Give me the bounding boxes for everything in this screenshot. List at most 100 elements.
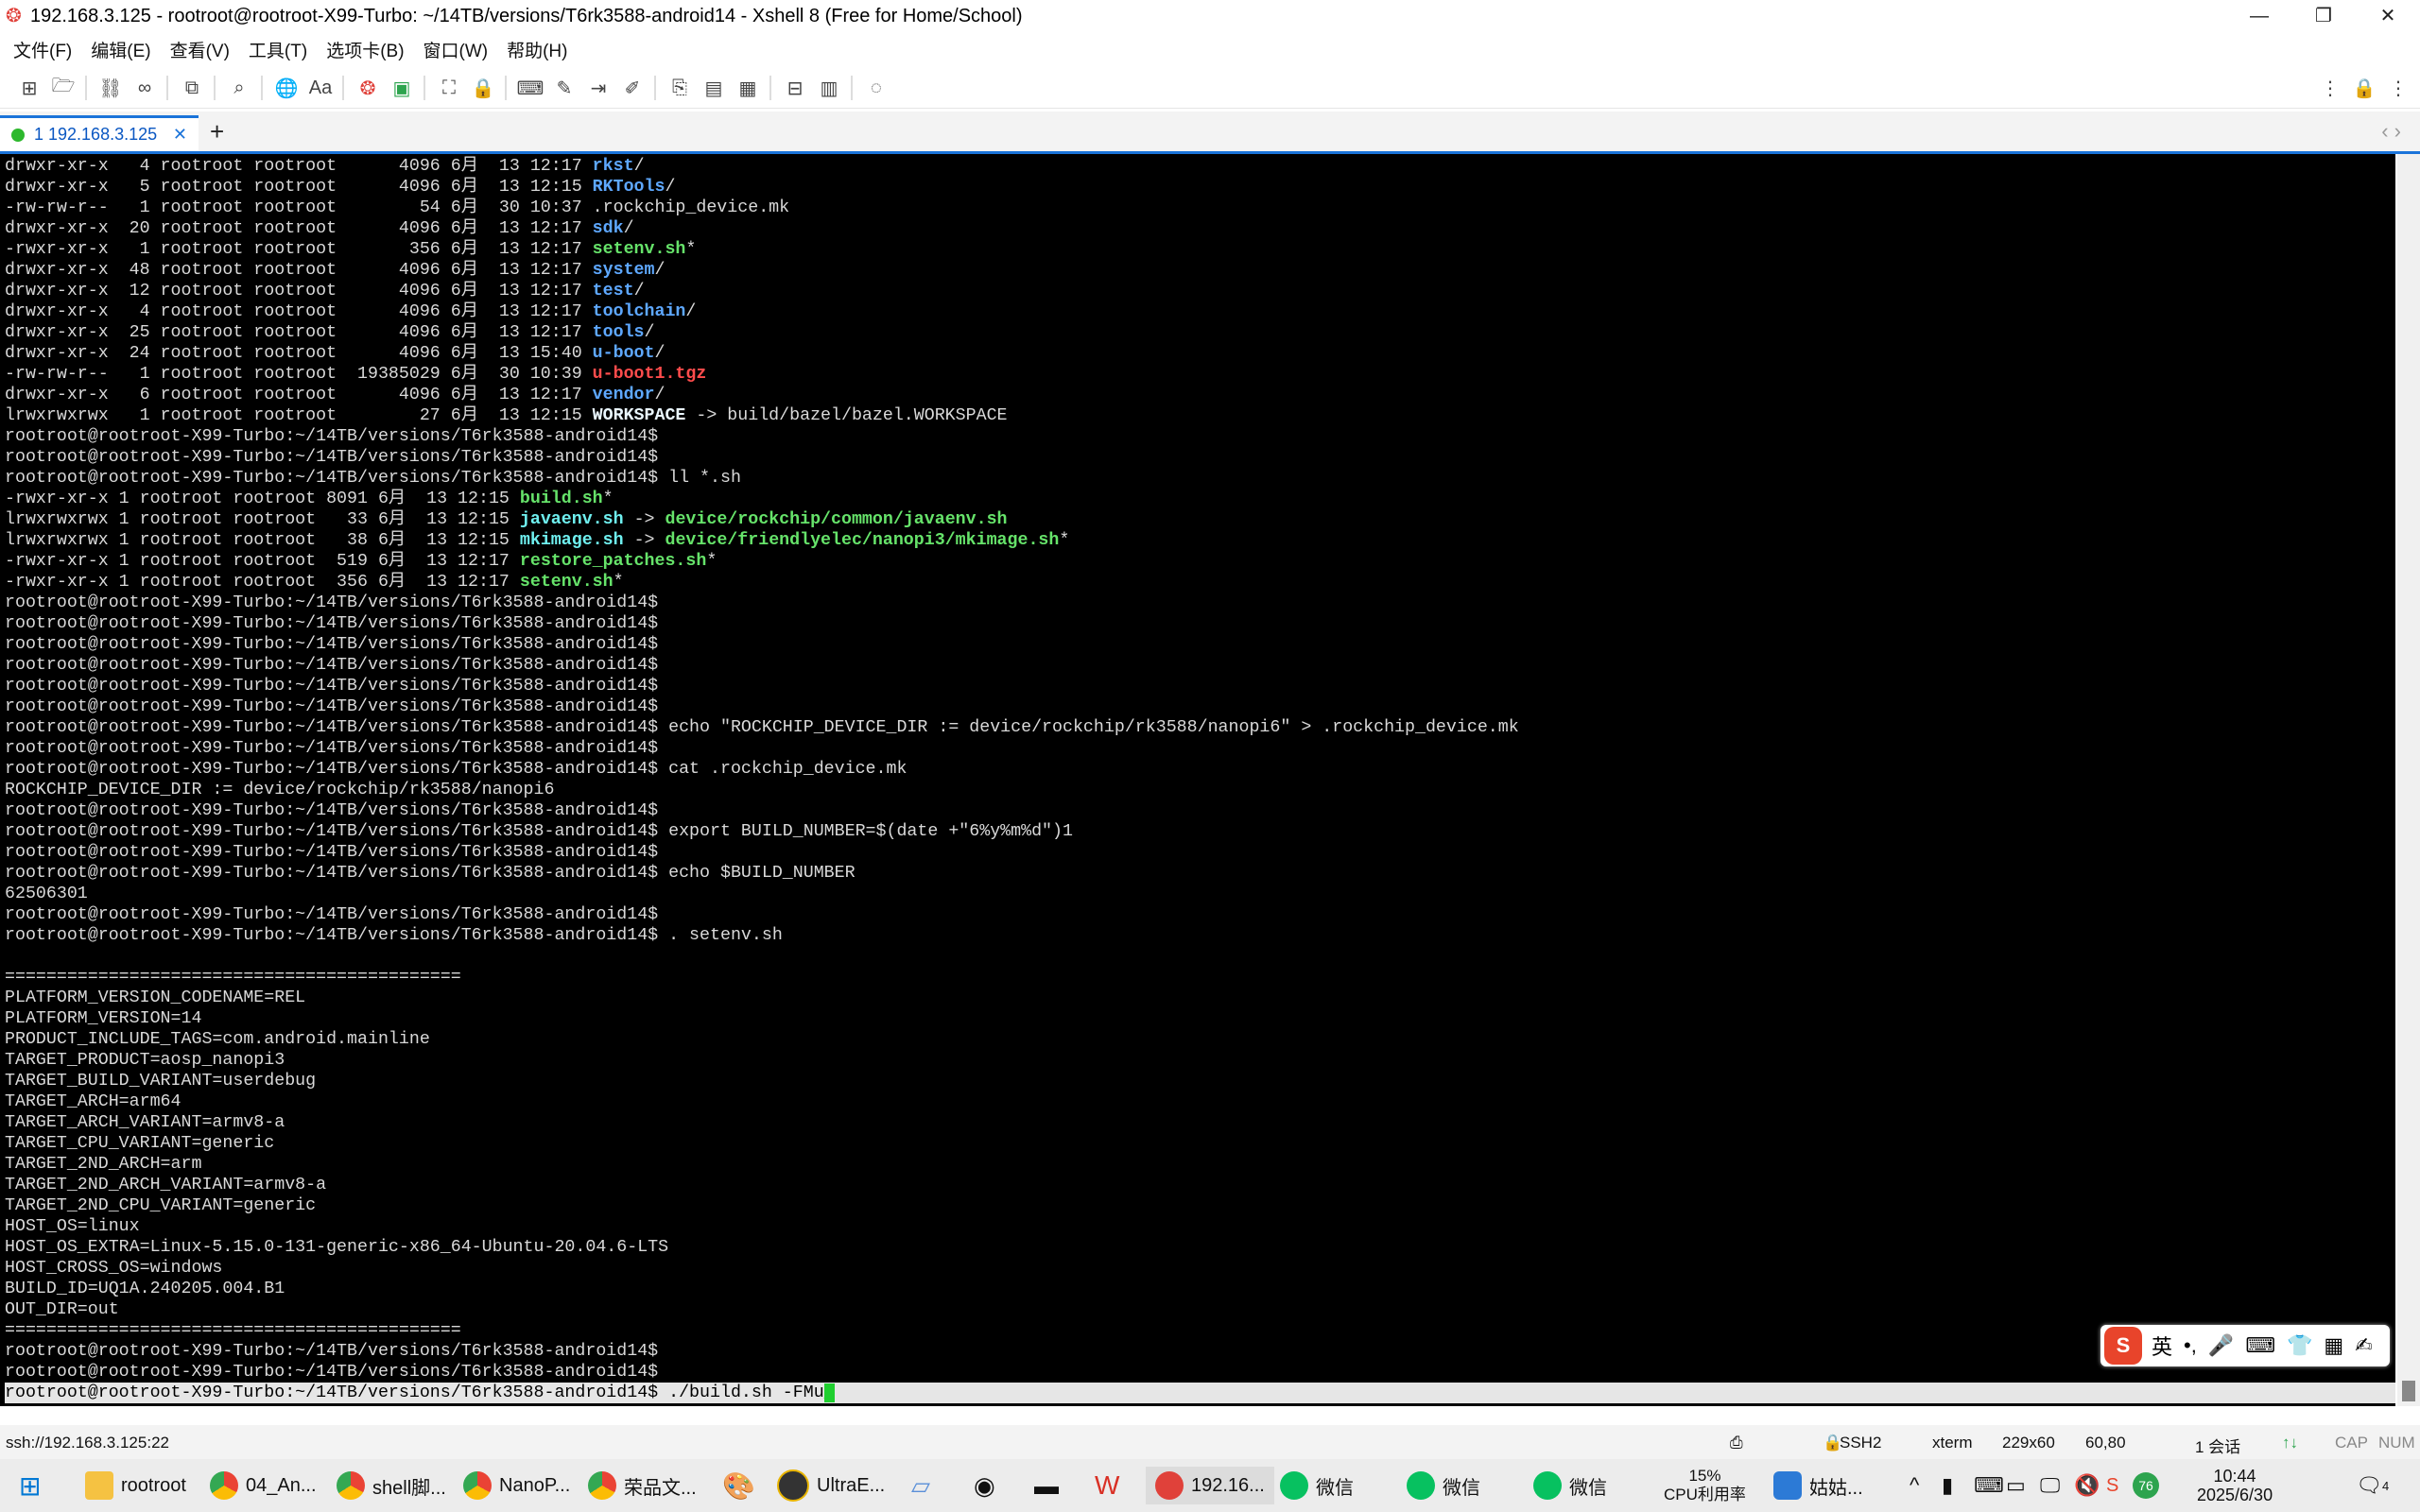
terminal-line: TARGET_ARCH=arm64 [5,1091,2395,1112]
taskbar-item-wechat-3[interactable]: 微信 [1533,1467,1607,1504]
taskbar-item-chrome-2[interactable]: shell脚... [337,1467,446,1504]
terminal-text: HOST_OS=linux [5,1217,140,1236]
cpu-usage-widget[interactable]: 15% CPU利用率 [1664,1467,1746,1504]
tray-badge[interactable]: 76 [2133,1467,2159,1504]
terminal-line: rootroot@rootroot-X99-Turbo:~/14TB/versi… [5,613,2395,634]
ime-skin-icon[interactable]: 👕 [2287,1333,2312,1358]
tab-close-icon[interactable]: ✕ [173,125,187,145]
compose-icon[interactable]: ▦ [732,72,764,104]
terminal-text: test [592,282,634,301]
fullscreen-icon[interactable]: ⛶ [433,72,465,104]
search-icon[interactable]: ⌕ [223,72,255,104]
taskbar-item-ultraedit[interactable]: UltraE... [777,1467,885,1504]
pen-icon[interactable]: ✎ [548,72,580,104]
camera-icon[interactable]: ◉ [974,1467,995,1504]
tray-expand-icon[interactable]: ^ [1910,1467,1919,1504]
ime-keyboard-icon[interactable]: ⌨ [2245,1333,2275,1358]
taskbar-item-explorer[interactable]: rootroot [85,1467,186,1504]
script-icon[interactable]: ✐ [616,72,648,104]
wps-icon[interactable]: W [1095,1467,1119,1504]
taskbar-item-xshell[interactable]: 192.16... [1146,1467,1274,1504]
new-window-icon[interactable]: ⧉ [176,72,208,104]
terminal-text: / [685,302,697,321]
taskbar-item-wechat-2[interactable]: 微信 [1407,1467,1480,1504]
copy-icon[interactable]: ⎘ [664,72,696,104]
ime-toolbar[interactable]: S 英 •, 🎤 ⌨ 👕 ▦ ✍ [2100,1325,2390,1366]
terminal-text: HOST_OS_EXTRA=Linux-5.15.0-131-generic-x… [5,1238,669,1257]
lock-toggle-icon[interactable]: 🔒 [2348,72,2380,104]
taskbar-item-chrome-3[interactable]: NanoP... [463,1467,570,1504]
menu-window[interactable]: 窗口(W) [424,37,489,62]
keyboard-icon[interactable]: ⌨ [514,72,546,104]
windows-start-icon[interactable]: ⊞ [19,1467,41,1504]
open-session-icon[interactable]: 🗁 [47,72,79,104]
ime-voice-icon[interactable]: 🎤 [2208,1333,2234,1358]
menu-help[interactable]: 帮助(H) [507,37,567,62]
taskbar-item-wechat-1[interactable]: 微信 [1280,1467,1354,1504]
tunnel-icon[interactable]: ⊟ [779,72,811,104]
terminal-text: sdk [592,219,624,238]
terminal-line: rootroot@rootroot-X99-Turbo:~/14TB/versi… [5,717,2395,738]
terminal-line: rootroot@rootroot-X99-Turbo:~/14TB/versi… [5,1362,2395,1383]
terminal-screen[interactable]: drwxr-xr-x 4 rootroot rootroot 4096 6月 1… [0,154,2395,1406]
tab-session-1[interactable]: 1 192.168.3.125 ✕ [0,115,199,151]
clock[interactable]: 10:44 2025/6/30 [2197,1467,2273,1504]
xftp-icon[interactable]: ▣ [386,72,418,104]
taskbar-item-gugu[interactable]: 姑姑... [1773,1467,1863,1504]
tab-nav-arrows[interactable]: ‹ › [2381,119,2401,144]
notification-icon[interactable]: 🗨 4 [2356,1467,2389,1504]
globe-icon[interactable]: 🌐 [270,72,302,104]
scrollbar[interactable] [2397,154,2420,1406]
layout-icon[interactable]: ▥ [813,72,845,104]
network-icon[interactable]: 🖵 [2040,1467,2060,1504]
reconnect-icon[interactable]: ⛓ [95,72,127,104]
notes-icon[interactable]: ▱ [911,1467,930,1504]
more-icon[interactable]: ⋮ [2314,72,2346,104]
close-button[interactable]: ✕ [2356,0,2420,32]
menu-file[interactable]: 文件(F) [13,37,72,62]
command-input[interactable]: rootroot@rootroot-X99-Turbo:~/14TB/versi… [5,1383,824,1402]
ime-toolbox-icon[interactable]: ▦ [2324,1333,2343,1358]
add-tab-icon[interactable]: + [210,117,224,146]
current-command-line[interactable]: rootroot@rootroot-X99-Turbo:~/14TB/versi… [5,1383,2395,1403]
terminal-line: lrwxrwxrwx 1 rootroot rootroot 27 6月 13 … [5,405,2395,426]
taskbar-item-chrome-4[interactable]: 荣品文... [588,1467,697,1504]
terminal-type: xterm [1932,1434,1973,1452]
session-count[interactable]: 1 会话 [2195,1434,2240,1457]
taskbar-item-chrome-1[interactable]: 04_An... [210,1467,317,1504]
new-session-icon[interactable]: ⊞ [13,72,45,104]
terminal-line: TARGET_2ND_CPU_VARIANT=generic [5,1195,2395,1216]
toolbar-overflow-icon[interactable]: ⋮ [2382,72,2414,104]
scrollbar-thumb[interactable] [2402,1381,2415,1401]
sftp-icon[interactable]: ⎙ [1730,1434,1743,1452]
caps-indicator: CAP [2335,1434,2368,1452]
ime-handwrite-icon[interactable]: ✍ [2355,1333,2372,1358]
battery-icon[interactable]: ▭ [2006,1467,2026,1504]
terminal-text: -rw-rw-r-- 1 rootroot rootroot 19385029 … [5,365,593,384]
restore-button[interactable]: ❐ [2291,0,2356,32]
log-icon[interactable]: ▤ [698,72,730,104]
menu-tools[interactable]: 工具(T) [249,37,307,62]
paint-icon[interactable]: 🎨 [722,1467,755,1504]
chat-icon[interactable]: ◌ [860,72,892,104]
terminal-text: drwxr-xr-x 5 rootroot rootroot 4096 6月 1… [5,178,593,197]
disconnect-icon[interactable]: ∞ [129,72,161,104]
menu-tabs[interactable]: 选项卡(B) [326,37,404,62]
ime-punct-icon[interactable]: •, [2184,1333,2197,1358]
terminal-text: lrwxrwxrwx 1 rootroot rootroot 27 6月 13 … [5,406,593,425]
lock-icon[interactable]: 🔒 [467,72,499,104]
terminal-text: * [706,552,717,571]
menu-view[interactable]: 查看(V) [170,37,230,62]
tray-note-icon[interactable]: ▮ [1942,1467,1953,1504]
sogou-tray-icon[interactable]: S [2106,1467,2118,1504]
terminal-app-icon[interactable]: ▬ [1034,1467,1059,1504]
tray-ime-icon[interactable]: ⌨ [1974,1467,2004,1504]
minimize-button[interactable]: — [2227,0,2291,32]
transfer-icon[interactable]: ⇥ [582,72,614,104]
volume-icon[interactable]: 🔇 [2074,1467,2100,1504]
xshell-icon[interactable]: ❂ [352,72,384,104]
terminal-line: BUILD_ID=UQ1A.240205.004.B1 [5,1279,2395,1299]
ime-lang[interactable]: 英 [2152,1331,2172,1361]
menu-edit[interactable]: 编辑(E) [91,37,150,62]
font-icon[interactable]: Aa [304,72,337,104]
